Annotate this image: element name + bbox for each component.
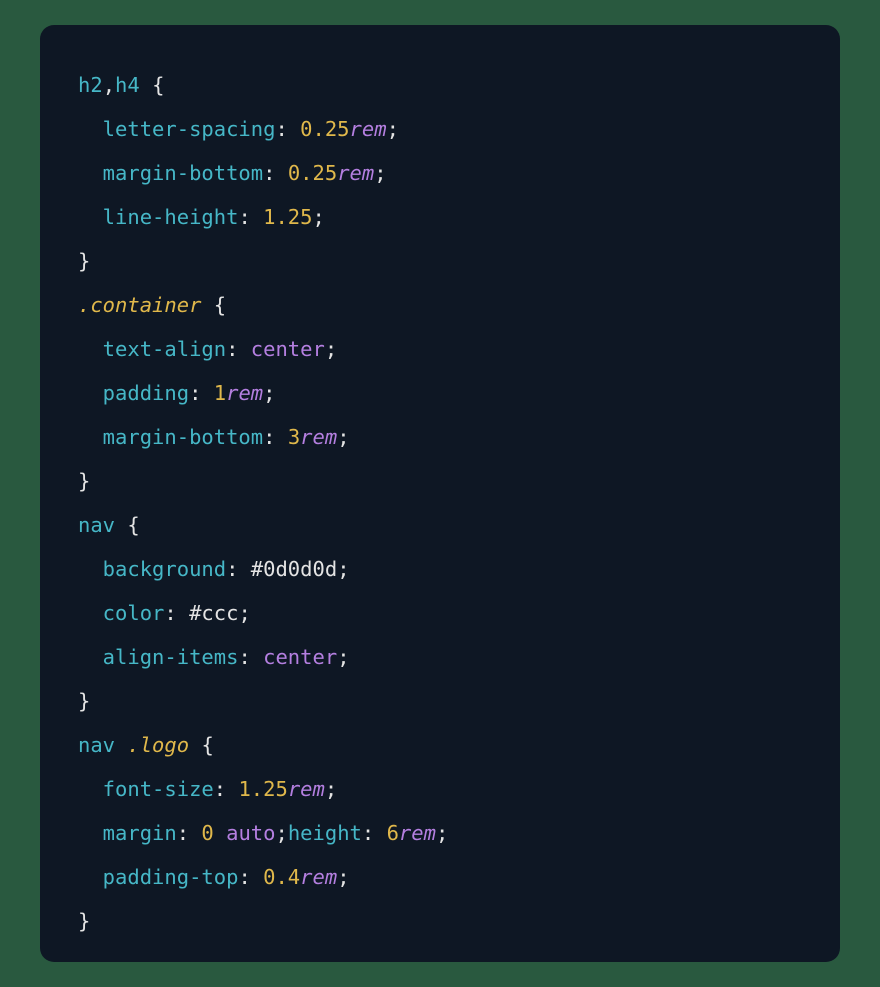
code-token: center [263,645,337,669]
code-line: nav .logo { [78,723,802,767]
code-line: } [78,459,802,503]
code-line: } [78,239,802,283]
code-line: padding-top: 0.4rem; [78,855,802,899]
code-token: padding [103,381,189,405]
code-token: height [288,821,362,845]
code-token: margin-bottom [103,425,263,449]
code-token: ; [387,117,399,141]
code-token: h2 [78,73,103,97]
code-token: padding-top [103,865,239,889]
code-token: ; [436,821,448,845]
code-line: padding: 1rem; [78,371,802,415]
code-token: #0d0d0d [251,557,337,581]
code-token: 3 [288,425,300,449]
code-token: ; [263,381,275,405]
code-line: align-items: center; [78,635,802,679]
code-token: auto [226,821,275,845]
code-line: margin-bottom: 0.25rem; [78,151,802,195]
code-token: ; [275,821,287,845]
code-token: 0.4 [263,865,300,889]
code-token: background [103,557,226,581]
code-token: } [78,909,90,933]
code-token: font-size [103,777,214,801]
code-token: , [103,73,115,97]
code-token: margin-bottom [103,161,263,185]
code-token: { [201,733,213,757]
code-line: font-size: 1.25rem; [78,767,802,811]
code-token: .container [78,293,201,317]
code-token: nav [78,513,115,537]
code-token: ; [337,557,349,581]
code-token: { [214,293,226,317]
code-line: text-align: center; [78,327,802,371]
code-block: h2,h4 { letter-spacing: 0.25rem; margin-… [40,25,840,962]
code-token: } [78,249,90,273]
code-token: .logo [127,733,189,757]
code-line: letter-spacing: 0.25rem; [78,107,802,151]
code-token: color [103,601,165,625]
code-token: ; [238,601,250,625]
code-token: 0.25 [288,161,337,185]
code-token: nav [78,733,115,757]
code-token: 6 [387,821,399,845]
code-line: margin-bottom: 3rem; [78,415,802,459]
code-token: rem [288,777,325,801]
code-token [115,733,127,757]
code-token: ; [337,645,349,669]
code-token: ; [337,425,349,449]
code-line: } [78,679,802,723]
code-token: 1.25 [238,777,287,801]
code-token: } [78,689,90,713]
code-token: margin [103,821,177,845]
code-token: rem [300,425,337,449]
code-token: rem [337,161,374,185]
code-token: 0.25 [300,117,349,141]
code-line: color: #ccc; [78,591,802,635]
code-token [214,821,226,845]
code-token: 1 [214,381,226,405]
code-line: margin: 0 auto;height: 6rem; [78,811,802,855]
code-line: h2,h4 { [78,63,802,107]
code-token: center [251,337,325,361]
code-token: align-items [103,645,239,669]
code-token: rem [350,117,387,141]
code-token: #ccc [189,601,238,625]
code-token: ; [325,777,337,801]
code-token: ; [313,205,325,229]
code-token: ; [337,865,349,889]
code-token: letter-spacing [103,117,276,141]
code-token: h4 [115,73,140,97]
code-line: line-height: 1.25; [78,195,802,239]
code-token: { [152,73,164,97]
code-token: rem [399,821,436,845]
code-line: .container { [78,283,802,327]
code-token: ; [325,337,337,361]
code-token: rem [226,381,263,405]
code-line: } [78,899,802,943]
code-token: 0 [201,821,213,845]
code-token: 1.25 [263,205,312,229]
code-line: nav { [78,503,802,547]
code-token: line-height [103,205,239,229]
code-token: rem [300,865,337,889]
code-token: text-align [103,337,226,361]
code-token: ; [374,161,386,185]
code-token: { [127,513,139,537]
code-line: background: #0d0d0d; [78,547,802,591]
code-token: } [78,469,90,493]
